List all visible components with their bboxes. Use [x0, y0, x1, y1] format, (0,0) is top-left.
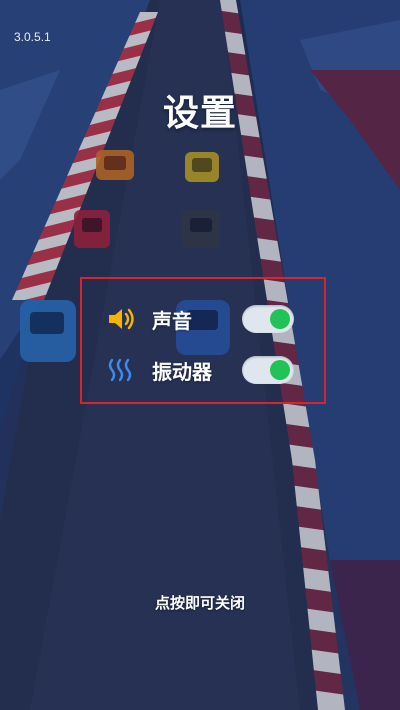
vibration-setting-row: 振动器	[82, 350, 324, 390]
sound-setting-row: 声音	[82, 299, 324, 339]
sound-label: 声音	[152, 309, 192, 333]
page-title: 设置	[162, 93, 237, 134]
vibration-toggle[interactable]	[242, 356, 294, 384]
sound-toggle[interactable]	[242, 305, 294, 333]
sound-toggle-knob	[270, 309, 290, 329]
tap-to-close-hint[interactable]: 点按即可关闭	[0, 592, 400, 613]
version-label: 3.0.5.1	[14, 30, 51, 44]
speaker-icon	[109, 308, 134, 330]
vibration-toggle-knob	[270, 360, 290, 380]
settings-panel: 声音 振动器	[80, 277, 326, 404]
vibration-label: 振动器	[152, 360, 212, 384]
vibration-icon	[108, 358, 132, 382]
